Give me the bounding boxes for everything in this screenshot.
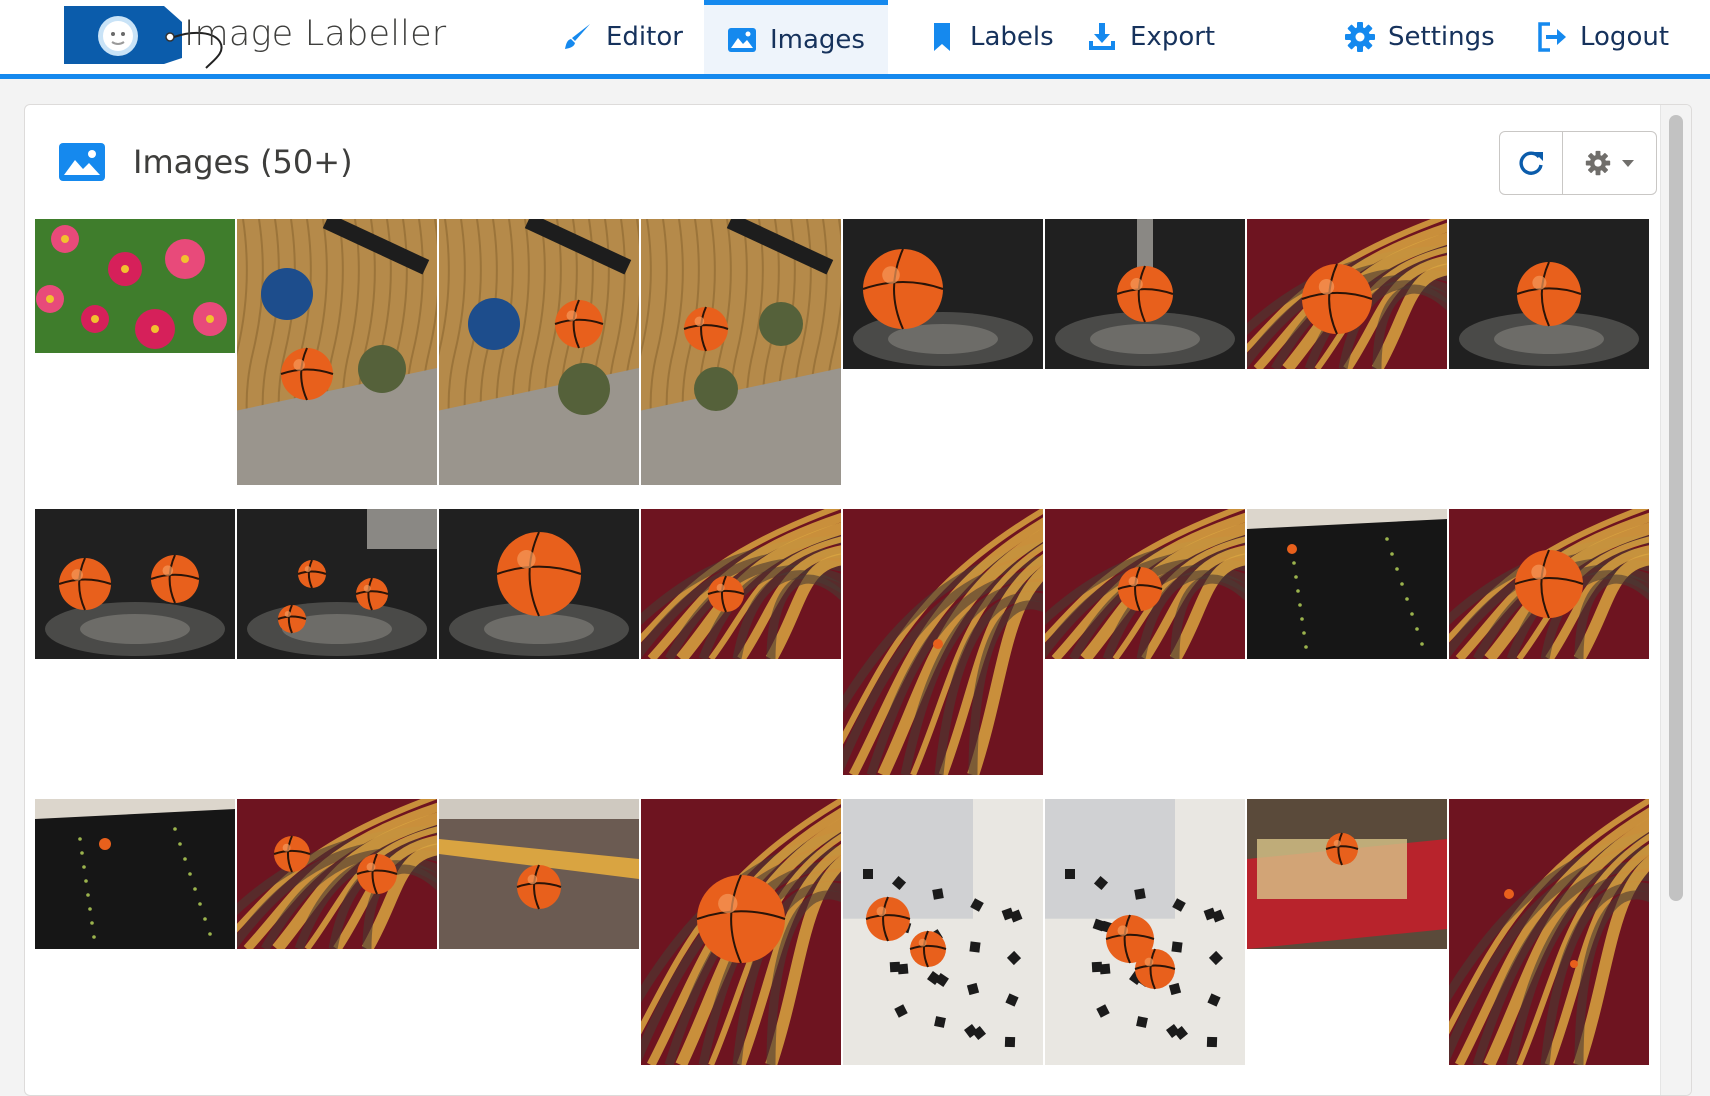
image-thumbnail[interactable]: [1045, 219, 1245, 369]
image-thumbnail[interactable]: [237, 509, 437, 659]
thumbnail-photo: [237, 799, 437, 949]
image-thumbnail[interactable]: [237, 799, 437, 949]
thumbnail-photo: [439, 219, 639, 485]
thumbnail-photo: [1247, 799, 1447, 949]
thumbnail-photo: [843, 219, 1043, 369]
download-icon: [1089, 23, 1115, 50]
image-thumbnail[interactable]: [843, 799, 1043, 1065]
top-navigation-bar: Image Labeller Editor Images Labels Expo…: [0, 0, 1710, 79]
image-thumbnail[interactable]: [1449, 509, 1649, 659]
image-thumbnail[interactable]: [439, 219, 639, 485]
thumbnail-photo: [35, 509, 235, 659]
thumbnail-photo: [641, 799, 841, 1065]
thumbnail-photo: [843, 509, 1043, 775]
image-grid: [25, 105, 1685, 1095]
thumbnail-photo: [35, 219, 235, 353]
brush-icon: [565, 24, 590, 49]
image-thumbnail[interactable]: [439, 509, 639, 659]
image-thumbnail[interactable]: [641, 219, 841, 485]
image-thumbnail[interactable]: [35, 509, 235, 659]
image-icon: [728, 27, 756, 52]
thumbnail-photo: [1045, 799, 1245, 1065]
image-thumbnail[interactable]: [237, 219, 437, 485]
image-thumbnail[interactable]: [35, 219, 235, 353]
scrollbar[interactable]: [1660, 105, 1691, 1095]
image-thumbnail[interactable]: [843, 509, 1043, 775]
nav-images-label: Images: [770, 24, 865, 55]
bookmark-icon: [934, 23, 950, 51]
image-thumbnail[interactable]: [439, 799, 639, 949]
thumbnail-photo: [641, 509, 841, 659]
image-thumbnail[interactable]: [1045, 799, 1245, 1065]
thumbnail-photo: [1247, 509, 1447, 659]
thumbnail-photo: [641, 219, 841, 485]
image-thumbnail[interactable]: [1449, 799, 1649, 1065]
image-thumbnail[interactable]: [35, 799, 235, 949]
image-thumbnail[interactable]: [1449, 219, 1649, 369]
nav-export-label: Export: [1130, 22, 1216, 52]
nav-logout-label: Logout: [1580, 22, 1670, 52]
nav-export[interactable]: Export: [1064, 0, 1237, 74]
thumbnail-photo: [439, 799, 639, 949]
thumbnail-photo: [1449, 509, 1649, 659]
nav-logout[interactable]: Logout: [1514, 0, 1691, 74]
nav-labels[interactable]: Labels: [904, 0, 1076, 74]
scrollbar-thumb[interactable]: [1669, 115, 1683, 901]
logout-icon: [1538, 22, 1566, 52]
image-thumbnail[interactable]: [843, 219, 1043, 369]
images-card: Images (50+): [24, 104, 1692, 1096]
thumbnail-photo: [237, 509, 437, 659]
thumbnail-photo: [1045, 219, 1245, 369]
image-thumbnail[interactable]: [641, 509, 841, 659]
thumbnail-photo: [1045, 509, 1245, 659]
image-thumbnail[interactable]: [1247, 219, 1447, 369]
image-thumbnail[interactable]: [641, 799, 841, 1065]
thumbnail-photo: [439, 509, 639, 659]
thumbnail-photo: [1247, 219, 1447, 369]
app-title: Image Labeller: [184, 14, 447, 54]
nav-settings[interactable]: Settings: [1322, 0, 1517, 74]
nav-labels-label: Labels: [970, 22, 1054, 52]
nav-images[interactable]: Images: [704, 0, 888, 74]
thumbnail-photo: [1449, 219, 1649, 369]
thumbnail-photo: [843, 799, 1043, 1065]
image-thumbnail[interactable]: [1045, 509, 1245, 659]
nav-editor-label: Editor: [606, 22, 683, 52]
thumbnail-photo: [1449, 799, 1649, 1065]
nav-editor[interactable]: Editor: [540, 0, 705, 74]
image-thumbnail[interactable]: [1247, 799, 1447, 949]
thumbnail-photo: [237, 219, 437, 485]
gear-icon: [1345, 22, 1375, 52]
thumbnail-photo: [35, 799, 235, 949]
nav-settings-label: Settings: [1388, 22, 1495, 52]
image-thumbnail[interactable]: [1247, 509, 1447, 659]
